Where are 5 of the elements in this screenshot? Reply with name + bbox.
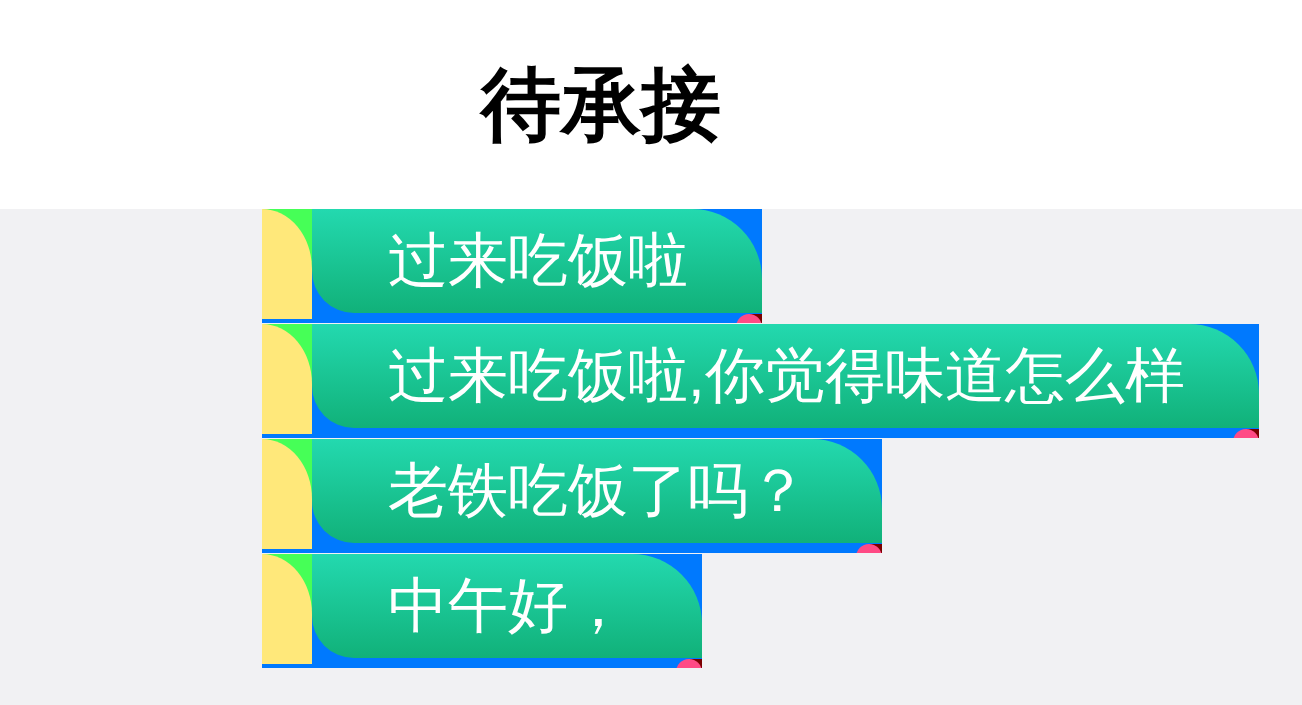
page-title: 待承接 [481, 64, 721, 145]
message-text: 老铁吃饭了吗？ [388, 461, 808, 521]
message-text: 中午好， [388, 576, 628, 636]
message-text: 过来吃饭啦,你觉得味道怎么样 [388, 346, 1185, 406]
message-text: 过来吃饭啦 [388, 231, 688, 291]
